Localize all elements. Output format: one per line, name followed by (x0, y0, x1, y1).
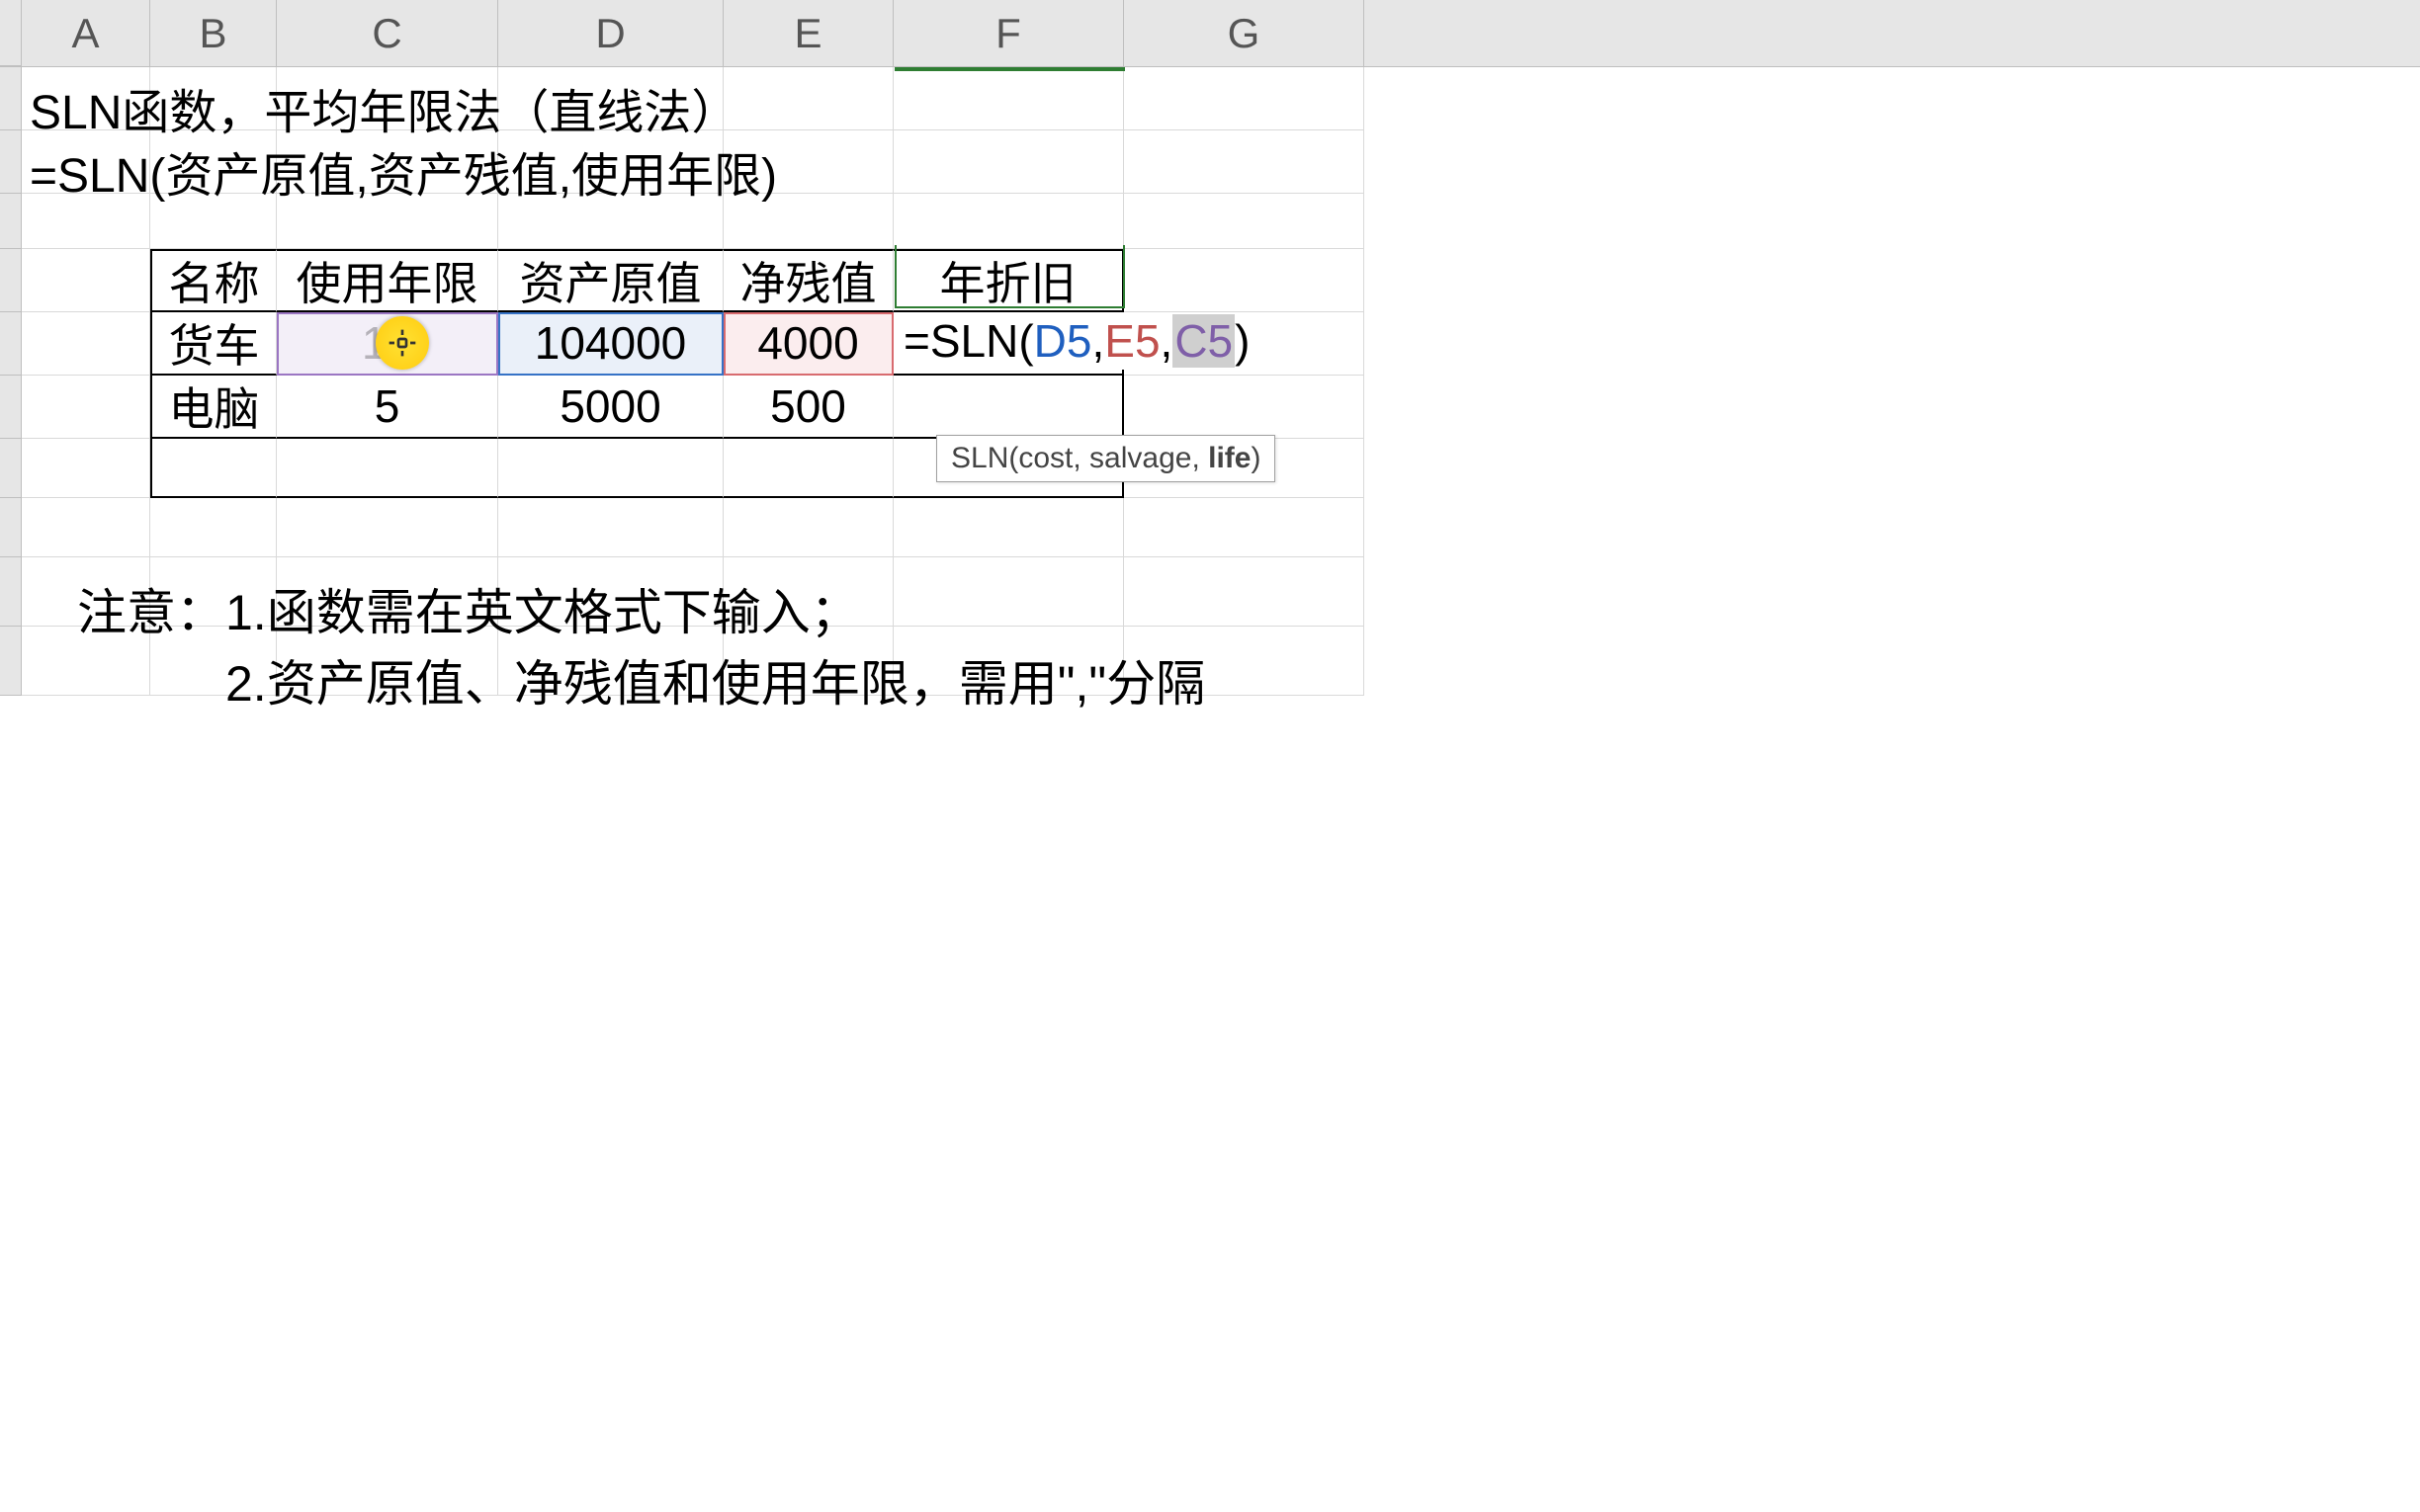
cursor-highlight-icon (376, 316, 429, 370)
cell-E4[interactable]: 净残值 (724, 249, 894, 312)
cell-D4[interactable]: 资产原值 (498, 249, 724, 312)
cell-G8[interactable] (1124, 498, 1364, 557)
cell-G4[interactable] (1124, 249, 1364, 312)
spreadsheet-viewport: A B C D E F G SLN函数，平均年限法（直线法） (0, 0, 2420, 1512)
function-tooltip: SLN(cost, salvage, life) (936, 435, 1275, 482)
formula-description-text: =SLN(资产原值,资产残值,使用年限) (30, 136, 777, 206)
cell-D6[interactable]: 5000 (498, 376, 724, 439)
cell-A8[interactable] (22, 498, 150, 557)
cell-F3[interactable] (894, 194, 1124, 249)
cell-F4[interactable]: 年折旧 (894, 249, 1124, 312)
cell-B6[interactable]: 电脑 (150, 376, 277, 439)
cell-G3[interactable] (1124, 194, 1364, 249)
title-text: SLN函数，平均年限法（直线法） (30, 73, 738, 142)
cell-E6[interactable]: 500 (724, 376, 894, 439)
note-line-2: 2.资产原值、净残值和使用年限，需用","分隔 (225, 644, 1205, 715)
tooltip-suffix: ) (1251, 442, 1260, 474)
cell-A7[interactable] (22, 439, 150, 498)
row-header-8[interactable] (0, 498, 22, 557)
cell-B7[interactable] (150, 439, 277, 498)
cell-B5[interactable]: 货车 (150, 312, 277, 376)
cell-A6[interactable] (22, 376, 150, 439)
cell-D7[interactable] (498, 439, 724, 498)
col-header-F[interactable]: F (894, 0, 1124, 66)
row-header-7[interactable] (0, 439, 22, 498)
col-header-C[interactable]: C (277, 0, 498, 66)
row-header-3[interactable] (0, 194, 22, 249)
cell-F6[interactable] (894, 376, 1124, 439)
formula-comma1: , (1091, 314, 1104, 368)
col-header-G[interactable]: G (1124, 0, 1364, 66)
cell-C4[interactable]: 使用年限 (277, 249, 498, 312)
cell-G9[interactable] (1124, 557, 1364, 627)
formula-close: ) (1235, 314, 1250, 368)
row-header-6[interactable] (0, 376, 22, 439)
cell-B4[interactable]: 名称 (150, 249, 277, 312)
cell-C7[interactable] (277, 439, 498, 498)
col-header-B[interactable]: B (150, 0, 277, 66)
formula-prefix: =SLN( (904, 314, 1034, 368)
row-8 (0, 498, 2420, 557)
cell-E8[interactable] (724, 498, 894, 557)
cell-F2[interactable] (894, 130, 1124, 194)
cell-B8[interactable] (150, 498, 277, 557)
tooltip-prefix: SLN(cost, salvage, (951, 442, 1208, 474)
row-4: 名称 使用年限 资产原值 净残值 年折旧 (0, 249, 2420, 312)
cell-D8[interactable] (498, 498, 724, 557)
row-header-1[interactable] (0, 67, 22, 130)
column-headers-row: A B C D E F G (0, 0, 2420, 67)
row-1: SLN函数，平均年限法（直线法） (0, 67, 2420, 130)
row-header-2[interactable] (0, 130, 22, 194)
formula-ref-D5: D5 (1034, 314, 1092, 368)
note-line-1: 注意：1.函数需在英文格式下输入； (77, 573, 860, 644)
col-header-A[interactable]: A (22, 0, 150, 66)
cell-F8[interactable] (894, 498, 1124, 557)
row-header-4[interactable] (0, 249, 22, 312)
crosshair-icon (387, 327, 418, 359)
cell-C6[interactable]: 5 (277, 376, 498, 439)
cell-F1[interactable] (894, 67, 1124, 130)
formula-ref-C5: C5 (1172, 314, 1235, 368)
cell-A4[interactable] (22, 249, 150, 312)
cell-G6[interactable] (1124, 376, 1364, 439)
col-header-E[interactable]: E (724, 0, 894, 66)
cell-D5[interactable]: 104000 (498, 312, 724, 376)
row-2: =SLN(资产原值,资产残值,使用年限) (0, 130, 2420, 194)
cell-G1[interactable] (1124, 67, 1364, 130)
col-header-D[interactable]: D (498, 0, 724, 66)
cell-G2[interactable] (1124, 130, 1364, 194)
row-6: 电脑 5 5000 500 (0, 376, 2420, 439)
select-all-corner[interactable] (0, 0, 22, 66)
row-header-5[interactable] (0, 312, 22, 376)
cell-F9[interactable] (894, 557, 1124, 627)
cell-E7[interactable] (724, 439, 894, 498)
formula-input[interactable]: =SLN(D5,E5,C5) (902, 312, 1252, 370)
formula-comma2: , (1161, 314, 1173, 368)
row-header-10[interactable] (0, 627, 22, 696)
cell-E1[interactable] (724, 67, 894, 130)
cell-A5[interactable] (22, 312, 150, 376)
tooltip-bold: life (1208, 442, 1251, 474)
cell-C8[interactable] (277, 498, 498, 557)
formula-ref-E5: E5 (1104, 314, 1160, 368)
row-header-9[interactable] (0, 557, 22, 627)
cell-E5[interactable]: 4000 (724, 312, 894, 376)
